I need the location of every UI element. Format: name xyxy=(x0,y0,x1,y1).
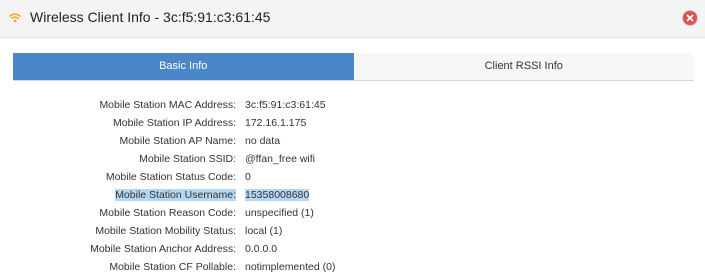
info-row-anchor-address: Mobile Station Anchor Address: 0.0.0.0 xyxy=(0,241,705,259)
info-label: Mobile Station Status Code: xyxy=(105,171,236,183)
info-value: local (1) xyxy=(245,225,283,237)
info-value: 0 xyxy=(245,171,251,183)
tab-bar: Basic Info Client RSSI Info xyxy=(13,53,694,81)
info-label: Mobile Station AP Name: xyxy=(119,135,236,147)
info-value: no data xyxy=(245,135,281,147)
info-value: 15358008680 xyxy=(245,189,310,201)
close-button[interactable] xyxy=(683,11,697,25)
close-icon xyxy=(686,14,694,22)
info-row-ssid: Mobile Station SSID: @ffan_free wifi xyxy=(0,151,705,169)
info-value: @ffan_free wifi xyxy=(245,153,315,165)
wifi-icon xyxy=(9,13,21,23)
info-value: 0.0.0.0 xyxy=(245,243,278,255)
info-label: Mobile Station Mobility Status: xyxy=(95,225,236,237)
info-row-reason-code: Mobile Station Reason Code: unspecified … xyxy=(0,205,705,223)
info-row-username: Mobile Station Username: 15358008680 xyxy=(0,187,705,205)
title-bar: Wireless Client Info - 3c:f5:91:c3:61:45 xyxy=(0,0,705,38)
info-value: unspecified (1) xyxy=(245,207,314,219)
info-label: Mobile Station IP Address: xyxy=(113,117,236,129)
info-label: Mobile Station SSID: xyxy=(139,153,236,165)
tab-basic-info[interactable]: Basic Info xyxy=(13,53,354,80)
tab-client-rssi-info[interactable]: Client RSSI Info xyxy=(353,53,694,80)
info-row-ap-name: Mobile Station AP Name: no data xyxy=(0,133,705,151)
info-value: notimplemented (0) xyxy=(245,261,336,273)
basic-info-panel: Mobile Station MAC Address: 3c:f5:91:c3:… xyxy=(0,97,705,277)
info-label: Mobile Station Anchor Address: xyxy=(90,243,236,255)
info-label: Mobile Station Username: xyxy=(115,189,236,201)
info-row-mobility-status: Mobile Station Mobility Status: local (1… xyxy=(0,223,705,241)
info-row-ip-address: Mobile Station IP Address: 172.16.1.175 xyxy=(0,115,705,133)
info-label: Mobile Station MAC Address: xyxy=(99,99,236,111)
info-row-status-code: Mobile Station Status Code: 0 xyxy=(0,169,705,187)
window-title: Wireless Client Info - 3c:f5:91:c3:61:45 xyxy=(30,9,271,25)
info-label: Mobile Station Reason Code: xyxy=(99,207,236,219)
info-value: 3c:f5:91:c3:61:45 xyxy=(245,99,326,111)
info-label: Mobile Station CF Pollable: xyxy=(109,261,236,273)
info-row-cf-pollable: Mobile Station CF Pollable: notimplement… xyxy=(0,259,705,277)
info-row-mac-address: Mobile Station MAC Address: 3c:f5:91:c3:… xyxy=(0,97,705,115)
info-value: 172.16.1.175 xyxy=(245,117,307,129)
